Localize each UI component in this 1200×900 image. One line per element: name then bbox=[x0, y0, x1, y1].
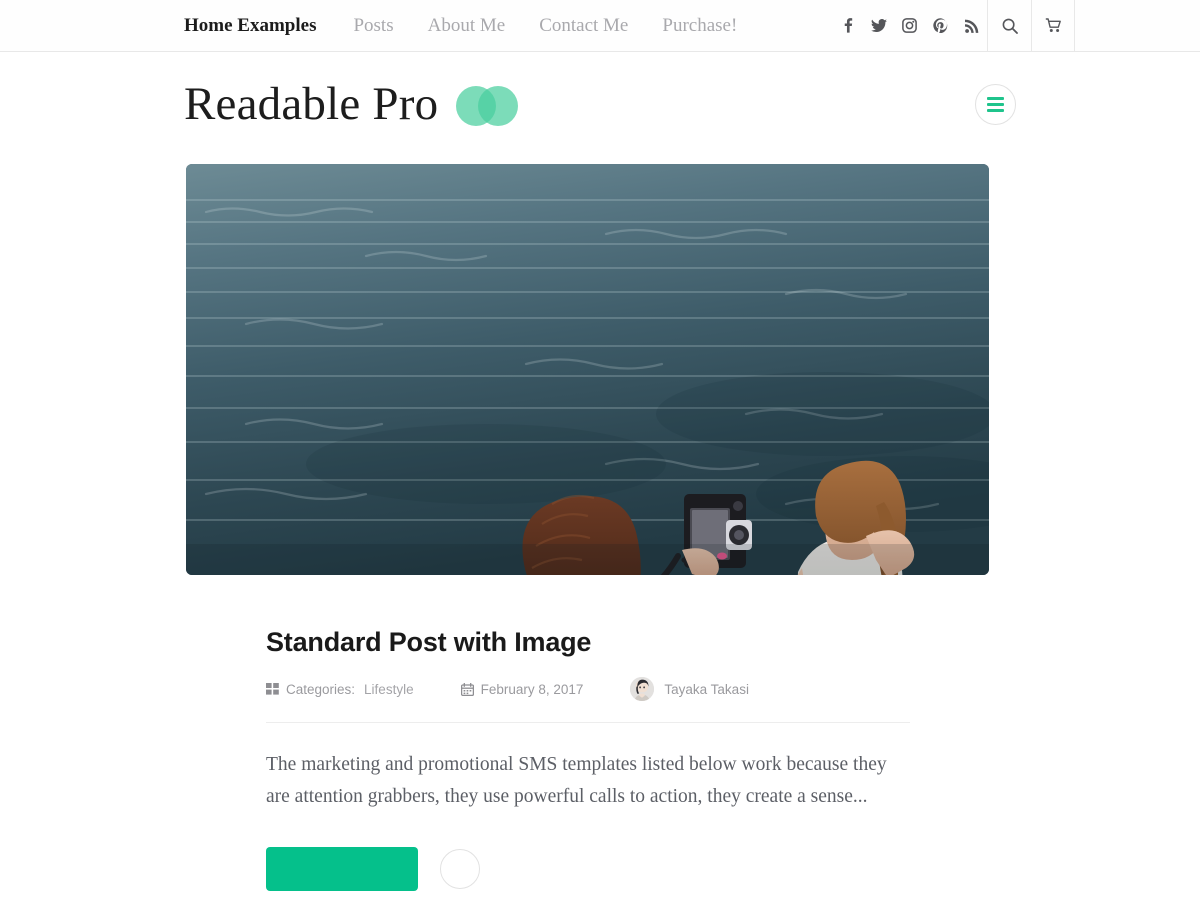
post-meta: Categories: Lifestyle February 8, 2017 T… bbox=[266, 677, 934, 701]
nav-item-purchase[interactable]: Purchase! bbox=[645, 0, 754, 51]
logo-circles-icon bbox=[456, 86, 519, 126]
post-excerpt: The marketing and promotional SMS templa… bbox=[266, 754, 887, 807]
categories-label: Categories: bbox=[286, 681, 356, 697]
hamburger-menu-button[interactable] bbox=[975, 83, 1016, 125]
nav-item-posts[interactable]: Posts bbox=[336, 0, 410, 51]
meta-divider bbox=[266, 722, 910, 723]
read-more-button[interactable] bbox=[266, 847, 418, 891]
cart-icon[interactable] bbox=[1031, 0, 1075, 51]
nav-item-home-examples[interactable]: Home Examples bbox=[184, 0, 336, 51]
post-title[interactable]: Standard Post with Image bbox=[266, 627, 934, 658]
post-categories: Categories: Lifestyle bbox=[266, 682, 414, 697]
post-actions bbox=[266, 847, 934, 891]
rss-icon[interactable] bbox=[956, 0, 987, 51]
nav-item-contact-me[interactable]: Contact Me bbox=[522, 0, 645, 51]
pinterest-icon[interactable] bbox=[925, 0, 956, 51]
hamburger-line bbox=[987, 102, 1004, 106]
post-date-text: February 8, 2017 bbox=[480, 681, 584, 697]
post-author: Tayaka Takasi bbox=[630, 677, 749, 701]
brand-row: Readable Pro bbox=[0, 52, 1200, 156]
avatar bbox=[630, 677, 655, 701]
hamburger-line bbox=[987, 108, 1004, 112]
page-title: Readable Pro bbox=[184, 77, 439, 130]
search-icon[interactable] bbox=[987, 0, 1031, 51]
post-featured-image[interactable] bbox=[186, 164, 989, 575]
share-round-button[interactable] bbox=[440, 849, 480, 889]
category-link-lifestyle[interactable]: Lifestyle bbox=[364, 682, 414, 697]
facebook-icon[interactable] bbox=[832, 0, 863, 51]
calendar-icon bbox=[460, 682, 474, 696]
content-wrapper: Standard Post with Image Categories: Lif… bbox=[0, 164, 1200, 891]
categories-grid-icon bbox=[266, 683, 279, 695]
main-nav: Home Examples Posts About Me Contact Me … bbox=[184, 0, 754, 51]
top-navigation-bar: Home Examples Posts About Me Contact Me … bbox=[0, 0, 1200, 52]
post-card: Standard Post with Image Categories: Lif… bbox=[186, 627, 1014, 891]
instagram-icon[interactable] bbox=[894, 0, 925, 51]
social-links bbox=[832, 0, 987, 51]
hamburger-line bbox=[987, 96, 1004, 100]
nav-item-about-me[interactable]: About Me bbox=[411, 0, 523, 51]
author-name[interactable]: Tayaka Takasi bbox=[664, 682, 749, 697]
hero-photo bbox=[186, 164, 989, 575]
twitter-icon[interactable] bbox=[863, 0, 894, 51]
post-date: February 8, 2017 bbox=[460, 681, 584, 697]
